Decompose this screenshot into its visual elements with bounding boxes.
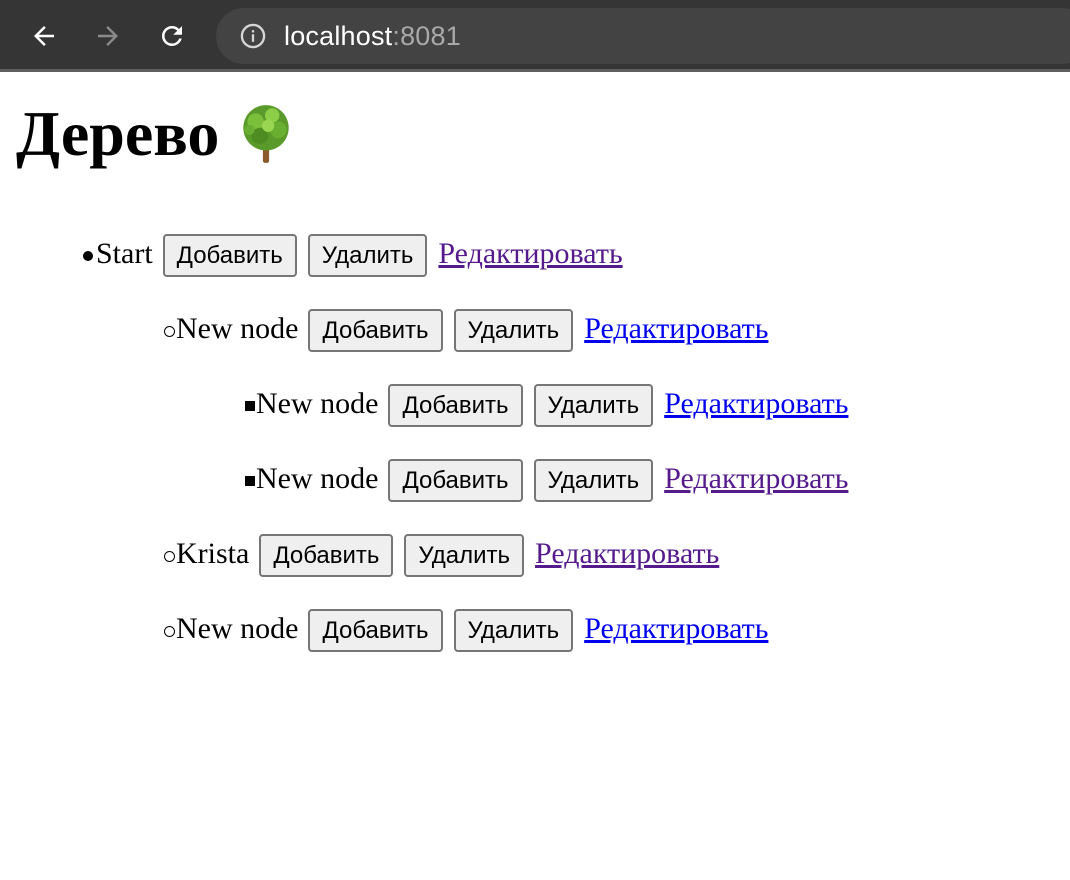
list-bullet-icon <box>164 326 175 337</box>
page-title-text: Дерево <box>16 98 220 169</box>
tree-node: New node Добавить Удалить Редактировать <box>16 368 1054 443</box>
browser-toolbar: localhost:8081 <box>0 0 1070 72</box>
url-text[interactable]: localhost:8081 <box>284 21 461 52</box>
add-node-button[interactable]: Добавить <box>259 534 394 577</box>
tree-node-label: Start <box>96 236 153 270</box>
list-bullet-icon <box>164 626 175 637</box>
tree-node-label: New node <box>256 386 379 420</box>
tree-node: New node Добавить Удалить Редактировать <box>16 593 1054 668</box>
tree-node-row: Start Добавить Удалить Редактировать <box>16 218 1054 293</box>
list-bullet-icon <box>245 476 255 486</box>
tree-node: New node Добавить Удалить Редактировать <box>16 443 1054 518</box>
edit-node-link[interactable]: Редактировать <box>584 312 768 346</box>
delete-node-button[interactable]: Удалить <box>453 309 574 352</box>
tree-node-row: New node Добавить Удалить Редактировать <box>16 593 1054 668</box>
info-icon[interactable] <box>238 21 268 51</box>
edit-node-link[interactable]: Редактировать <box>664 462 848 496</box>
url-port: :8081 <box>392 20 461 51</box>
tree-node-label: New node <box>176 611 299 645</box>
add-node-button[interactable]: Добавить <box>308 609 443 652</box>
list-bullet-icon <box>164 551 175 562</box>
arrow-right-icon <box>98 26 118 46</box>
reload-icon <box>162 25 182 46</box>
tree-node-label: New node <box>256 461 379 495</box>
delete-node-button[interactable]: Удалить <box>404 534 525 577</box>
tree-node: Start Добавить Удалить Редактировать <box>16 218 1054 293</box>
tree-node-row: New node Добавить Удалить Редактировать <box>16 443 1054 518</box>
tree-node-row: New node Добавить Удалить Редактировать <box>16 368 1054 443</box>
address-bar[interactable]: localhost:8081 <box>216 8 1070 64</box>
tree-node: New node Добавить Удалить Редактировать <box>16 293 1054 368</box>
edit-node-link[interactable]: Редактировать <box>438 237 622 271</box>
add-node-button[interactable]: Добавить <box>308 309 443 352</box>
edit-node-link[interactable]: Редактировать <box>584 612 768 646</box>
tree-node-row: Krista Добавить Удалить Редактировать <box>16 518 1054 593</box>
edit-node-link[interactable]: Редактировать <box>664 387 848 421</box>
add-node-button[interactable]: Добавить <box>388 459 523 502</box>
add-node-button[interactable]: Добавить <box>162 234 297 277</box>
list-bullet-icon <box>245 401 255 411</box>
delete-node-button[interactable]: Удалить <box>453 609 574 652</box>
list-bullet-icon <box>83 251 93 261</box>
tree-node-row: New node Добавить Удалить Редактировать <box>16 293 1054 368</box>
page-content: Дерево Start Добавить Удалить Редактировать… <box>0 94 1070 668</box>
forward-button[interactable] <box>88 16 128 56</box>
arrow-left-icon <box>34 26 54 46</box>
tree-node: Krista Добавить Удалить Редактировать <box>16 518 1054 593</box>
tree-node-label: Krista <box>176 536 250 570</box>
delete-node-button[interactable]: Удалить <box>307 234 428 277</box>
tree-icon <box>243 105 290 163</box>
reload-button[interactable] <box>152 16 192 56</box>
tree-list: Start Добавить Удалить Редактировать New nod… <box>16 218 1054 668</box>
add-node-button[interactable]: Добавить <box>388 384 523 427</box>
tree-node-label: New node <box>176 311 299 345</box>
page-title: Дерево <box>16 94 1054 174</box>
delete-node-button[interactable]: Удалить <box>533 384 654 427</box>
url-host: localhost <box>284 20 393 51</box>
edit-node-link[interactable]: Редактировать <box>535 537 719 571</box>
delete-node-button[interactable]: Удалить <box>533 459 654 502</box>
back-button[interactable] <box>24 16 64 56</box>
